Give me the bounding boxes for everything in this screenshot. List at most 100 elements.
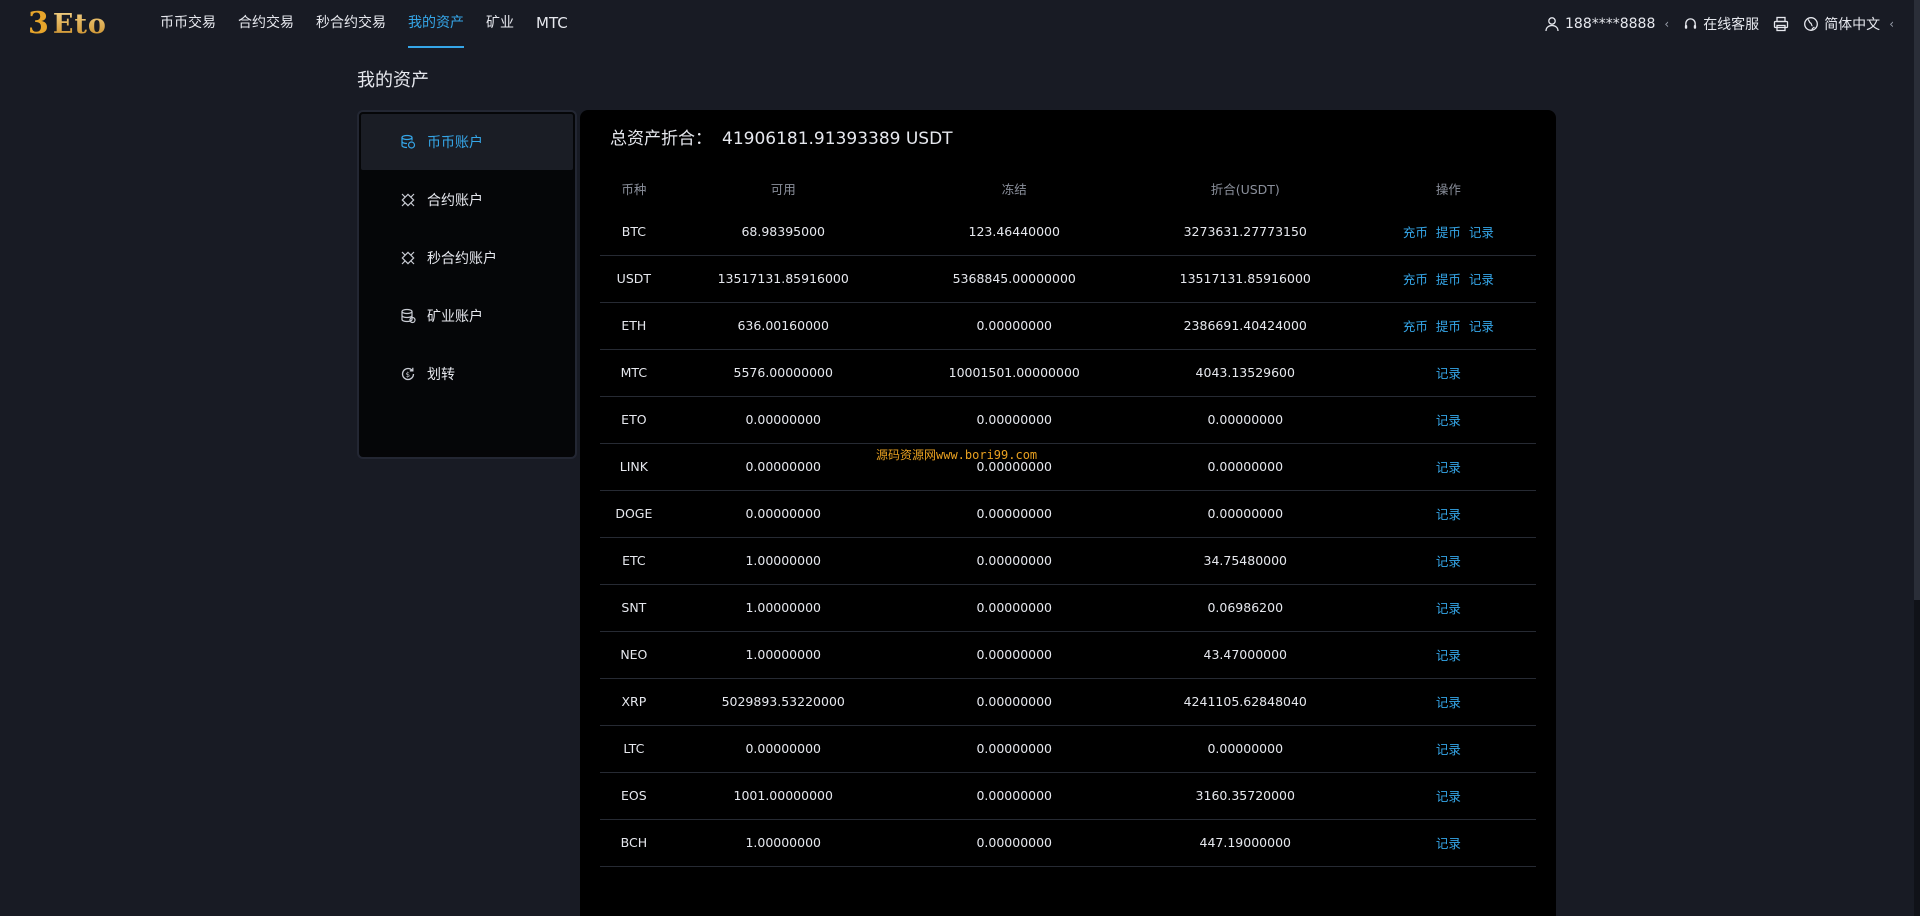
total-assets-value: 41906181.91393389 USDT — [722, 129, 953, 149]
nav-item-4[interactable]: 矿业 — [486, 0, 514, 48]
sidebar-item-3[interactable]: 矿业账户 — [361, 288, 573, 344]
record-link[interactable]: 记录 — [1436, 742, 1461, 757]
cell-available: 1.00000000 — [667, 819, 899, 867]
sidebar-item-label: 合约账户 — [427, 193, 483, 209]
page-scrollbar[interactable] — [1914, 0, 1920, 916]
record-link[interactable]: 记录 — [1436, 460, 1461, 475]
cell-frozen: 0.00000000 — [898, 631, 1130, 679]
withdraw-link[interactable]: 提币 — [1436, 272, 1461, 287]
cell-frozen: 0.00000000 — [898, 302, 1130, 350]
header-usdt-value: 折合(USDT) — [1210, 181, 1280, 197]
cell-frozen: 10001501.00000000 — [898, 349, 1130, 397]
cell-coin: ETC — [600, 537, 668, 585]
cell-frozen: 5368845.00000000 — [898, 255, 1130, 303]
sidebar-item-label: 秒合约账户 — [427, 251, 497, 267]
cell-usdt: 0.00000000 — [1129, 443, 1361, 491]
cell-usdt: 447.19000000 — [1129, 819, 1361, 867]
record-link[interactable]: 记录 — [1469, 319, 1494, 334]
sidebar-item-label: 币币账户 — [427, 135, 483, 151]
cell-coin: SNT — [600, 584, 668, 632]
nav-item-2[interactable]: 秒合约交易 — [316, 0, 386, 48]
record-link[interactable]: 记录 — [1436, 601, 1461, 616]
cell-coin: BTC — [600, 208, 668, 256]
record-link[interactable]: 记录 — [1469, 225, 1494, 240]
cell-actions: 记录 — [1360, 772, 1536, 820]
cell-frozen: 0.00000000 — [898, 537, 1130, 585]
cell-available: 1.00000000 — [667, 584, 899, 632]
record-link[interactable]: 记录 — [1436, 695, 1461, 710]
cell-actions: 记录 — [1360, 490, 1536, 538]
cell-actions: 记录 — [1360, 537, 1536, 585]
cell-usdt: 0.00000000 — [1129, 396, 1361, 444]
user-menu[interactable]: 188****8888 ‹ — [1544, 16, 1669, 32]
page-title: 我的资产 — [357, 70, 429, 91]
user-phone: 188****8888 — [1565, 16, 1656, 32]
sidebar-item-1[interactable]: 合约账户 — [361, 172, 573, 228]
cell-available: 68.98395000 — [667, 208, 899, 256]
record-link[interactable]: 记录 — [1436, 836, 1461, 851]
assets-panel: 总资产折合： 41906181.91393389 USDT 币种 可用 冻结 折合… — [580, 110, 1556, 916]
record-link[interactable]: 记录 — [1436, 507, 1461, 522]
table-row: MTC 5576.00000000 10001501.00000000 4043.13… — [600, 349, 1536, 397]
nav-item-3[interactable]: 我的资产 — [408, 0, 464, 48]
logo[interactable]: 3 Eto — [28, 8, 107, 40]
cell-actions: 记录 — [1360, 678, 1536, 726]
cell-coin: BCH — [600, 819, 668, 867]
logo-text: Eto — [52, 8, 107, 40]
cell-actions: 记录 — [1360, 631, 1536, 679]
cell-usdt: 3273631.27773150 — [1129, 208, 1361, 256]
table-row: SNT 1.00000000 0.00000000 0.06986200 记录 — [600, 584, 1536, 632]
cell-available: 5029893.53220000 — [667, 678, 899, 726]
cell-coin: LTC — [600, 725, 668, 773]
header-tools: 188****8888 ‹ 在线客服 简体中文 ‹ — [1544, 0, 1894, 48]
sidebar-item-2[interactable]: 秒合约账户 — [361, 230, 573, 286]
cell-usdt: 4241105.62848040 — [1129, 678, 1361, 726]
header-frozen: 冻结 — [1001, 181, 1027, 197]
cell-frozen: 0.00000000 — [898, 396, 1130, 444]
table-row: LINK 0.00000000 0.00000000 0.00000000 记录 — [600, 443, 1536, 491]
record-link[interactable]: 记录 — [1436, 554, 1461, 569]
account-sidebar: 币币账户合约账户秒合约账户矿业账户 $ 划转 — [357, 110, 577, 459]
user-icon — [1545, 17, 1559, 32]
cell-available: 13517131.85916000 — [667, 255, 899, 303]
deposit-link[interactable]: 充币 — [1403, 272, 1428, 287]
transfer-icon: $ — [399, 365, 417, 383]
withdraw-link[interactable]: 提币 — [1436, 225, 1461, 240]
scrollbar-thumb[interactable] — [1914, 0, 1920, 600]
table-row: ETO 0.00000000 0.00000000 0.00000000 记录 — [600, 396, 1536, 444]
cell-coin: LINK — [600, 443, 668, 491]
cell-available: 1.00000000 — [667, 537, 899, 585]
nav-item-1[interactable]: 合约交易 — [238, 0, 294, 48]
cell-frozen: 0.00000000 — [898, 443, 1130, 491]
record-link[interactable]: 记录 — [1436, 789, 1461, 804]
cell-actions: 记录 — [1360, 396, 1536, 444]
table-row: EOS 1001.00000000 0.00000000 3160.35720000 记… — [600, 772, 1536, 820]
sidebar-item-0[interactable]: 币币账户 — [361, 114, 573, 170]
table-row: DOGE 0.00000000 0.00000000 0.00000000 记录 — [600, 490, 1536, 538]
cell-actions: 记录 — [1360, 349, 1536, 397]
sidebar-item-4[interactable]: $ 划转 — [361, 346, 573, 402]
table-row: ETC 1.00000000 0.00000000 34.75480000 记录 — [600, 537, 1536, 585]
deposit-link[interactable]: 充币 — [1403, 225, 1428, 240]
table-row: ETH 636.00160000 0.00000000 2386691.4042400… — [600, 302, 1536, 350]
download-app-button[interactable] — [1773, 16, 1789, 32]
record-link[interactable]: 记录 — [1469, 272, 1494, 287]
online-service-link[interactable]: 在线客服 — [1683, 14, 1759, 34]
logo-mark: 3 — [28, 6, 49, 41]
withdraw-link[interactable]: 提币 — [1436, 319, 1461, 334]
table-row: XRP 5029893.53220000 0.00000000 4241105.628… — [600, 678, 1536, 726]
total-assets-summary: 总资产折合： 41906181.91393389 USDT — [610, 124, 953, 149]
language-selector[interactable]: 简体中文 ‹ — [1803, 14, 1894, 34]
cell-frozen: 0.00000000 — [898, 725, 1130, 773]
record-link[interactable]: 记录 — [1436, 366, 1461, 381]
cell-frozen: 0.00000000 — [898, 772, 1130, 820]
cell-available: 636.00160000 — [667, 302, 899, 350]
cell-coin: XRP — [600, 678, 668, 726]
cell-actions: 充币 提币 记录 — [1360, 208, 1536, 256]
record-link[interactable]: 记录 — [1436, 413, 1461, 428]
deposit-link[interactable]: 充币 — [1403, 319, 1428, 334]
nav-item-0[interactable]: 币币交易 — [160, 0, 216, 48]
sidebar-item-label: 矿业账户 — [427, 309, 483, 325]
record-link[interactable]: 记录 — [1436, 648, 1461, 663]
nav-item-5[interactable]: MTC — [536, 0, 568, 48]
